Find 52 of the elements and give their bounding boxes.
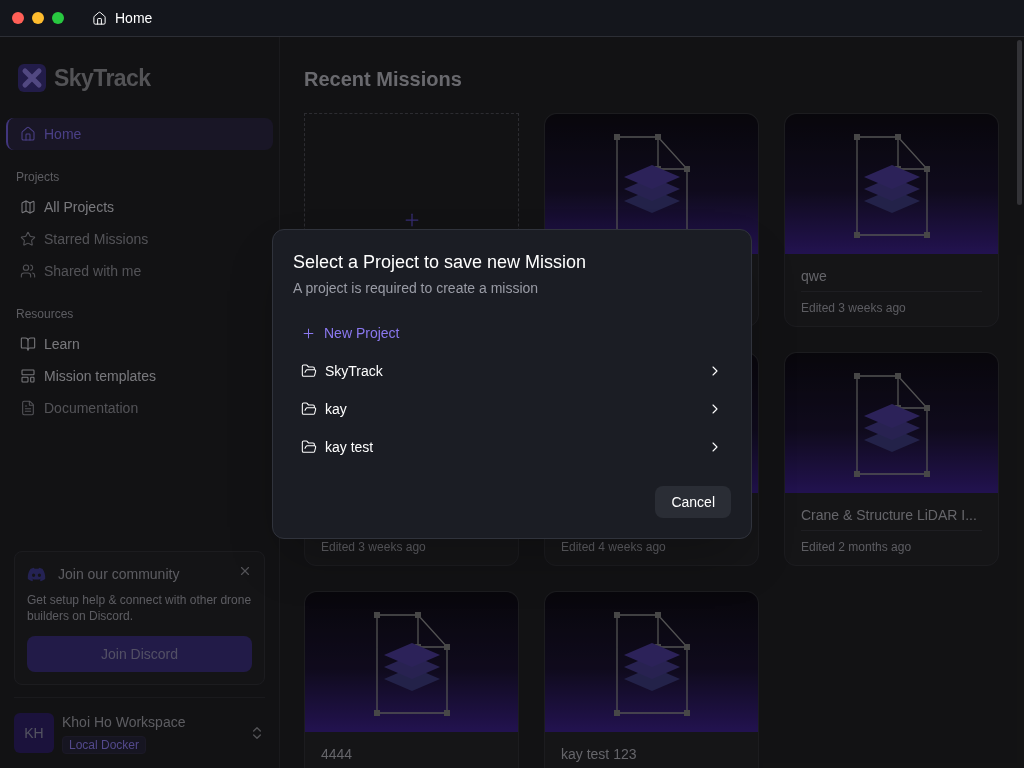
sidebar-item[interactable]: Home xyxy=(6,117,273,150)
mission-card[interactable]: kay test 123 xyxy=(544,591,759,768)
folder-icon xyxy=(301,363,317,379)
file-layers-icon xyxy=(373,612,450,716)
sidebar-item[interactable]: Learn xyxy=(6,327,273,360)
plus-icon xyxy=(301,325,316,341)
map-icon xyxy=(20,198,36,215)
close-icon[interactable] xyxy=(238,564,252,578)
home-icon xyxy=(92,10,107,26)
project-item[interactable]: kay xyxy=(293,390,731,428)
logo-icon xyxy=(18,64,46,93)
scrollbar[interactable] xyxy=(1017,40,1022,205)
workspace-name: Khoi Ho Workspace xyxy=(62,713,187,732)
new-project-item[interactable]: New Project xyxy=(293,314,731,352)
project-item[interactable]: kay test xyxy=(293,428,731,466)
dialog-subtitle: A project is required to create a mission xyxy=(293,279,540,298)
star-icon xyxy=(20,230,36,247)
mission-title: 4444 xyxy=(321,745,354,764)
edited-time: Edited 2 months ago xyxy=(801,539,913,555)
file-layers-icon xyxy=(853,373,930,477)
section-heading: Resources xyxy=(15,305,75,323)
edited-time: Edited 3 weeks ago xyxy=(801,300,907,316)
folder-icon xyxy=(301,401,317,417)
brand-name: SkyTrack xyxy=(54,64,151,93)
book-icon xyxy=(20,335,36,352)
cancel-button[interactable]: Cancel xyxy=(655,486,731,518)
page-heading: Recent Missions xyxy=(304,67,463,92)
community-title: Join our community xyxy=(58,565,180,584)
mission-title: Crane & Structure LiDAR I... xyxy=(801,506,978,525)
template-icon xyxy=(20,367,36,384)
mission-card[interactable]: qwe Edited 3 weeks ago xyxy=(784,113,999,327)
dialog-title: Select a Project to save new Mission xyxy=(293,251,588,274)
mission-title: kay test 123 xyxy=(561,745,638,764)
window-title: Home xyxy=(115,9,153,28)
sidebar-item[interactable]: All Projects xyxy=(6,190,273,223)
users-icon xyxy=(20,262,36,279)
avatar: KH xyxy=(14,713,54,753)
section-heading: Projects xyxy=(15,168,61,186)
document-icon xyxy=(20,399,36,416)
file-layers-icon xyxy=(853,134,930,238)
file-layers-icon xyxy=(613,612,690,716)
folder-icon xyxy=(301,439,317,455)
community-text: Get setup help & connect with other drone builders on Discord. xyxy=(27,592,252,624)
edited-time: Edited 3 weeks ago xyxy=(321,539,427,555)
edited-time: Edited 4 weeks ago xyxy=(561,539,667,555)
mission-title: qwe xyxy=(801,267,828,286)
mission-card[interactable]: 4444 xyxy=(304,591,519,768)
sidebar-item[interactable]: Mission templates xyxy=(6,359,273,392)
workspace-badge: Local Docker xyxy=(62,736,147,754)
home-icon xyxy=(20,125,36,142)
project-item[interactable]: SkyTrack xyxy=(293,352,731,390)
mission-card[interactable]: Crane & Structure LiDAR I... Edited 2 months ago xyxy=(784,352,999,566)
